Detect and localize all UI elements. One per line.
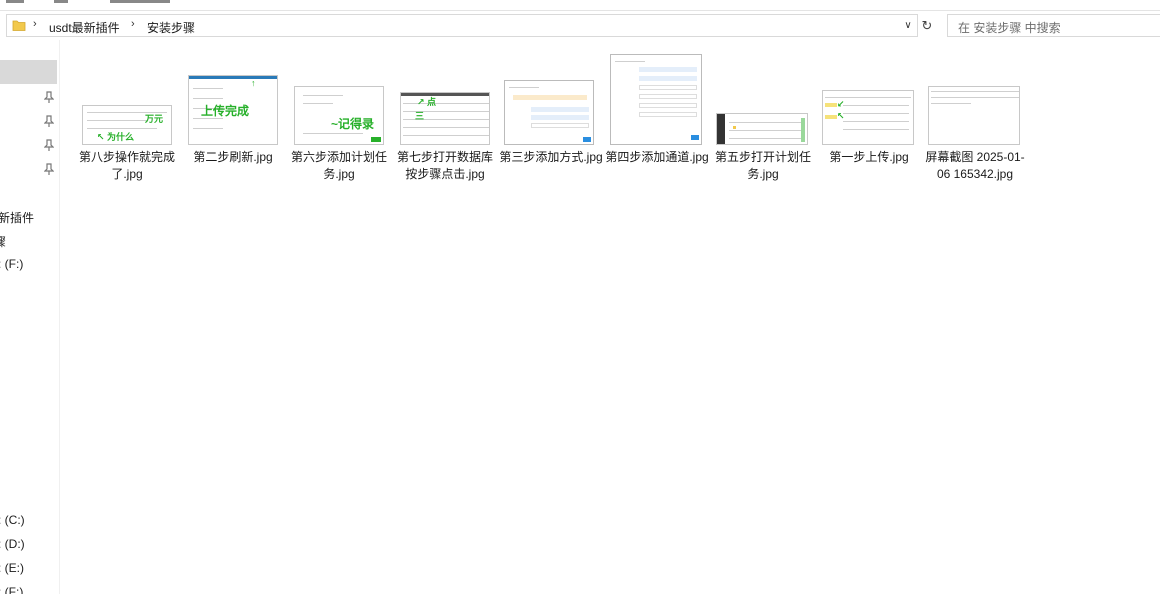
nav-item-drive[interactable]: : (D:): [0, 537, 25, 551]
nav-item-drive[interactable]: : (F:): [0, 585, 23, 594]
navigation-pane: 新插件 骤 : (F:) : (C:) : (D:) : (E:) : (F:): [0, 40, 60, 594]
ribbon-remnant: [0, 0, 1160, 11]
image-thumbnail: [928, 86, 1020, 145]
file-name: 第四步添加通道.jpg: [605, 150, 709, 164]
nav-item-label[interactable]: 新插件: [0, 209, 34, 226]
nav-item-drive[interactable]: : (C:): [0, 513, 25, 527]
image-thumbnail: [610, 54, 702, 145]
file-name: 第二步刷新.jpg: [193, 150, 273, 164]
nav-item-drive[interactable]: : (E:): [0, 561, 24, 575]
file-name: 第五步打开计划任务.jpg: [714, 150, 811, 181]
file-name: 第一步上传.jpg: [829, 150, 909, 164]
nav-item-drive[interactable]: : (F:): [0, 257, 23, 271]
file-name: 屏幕截图 2025-01-06 165342.jpg: [925, 150, 1025, 181]
search-input[interactable]: 在 安装步骤 中搜索: [947, 14, 1160, 37]
chevron-down-icon[interactable]: ∨: [901, 17, 915, 35]
refresh-icon: ↻: [921, 18, 933, 33]
pin-icon[interactable]: [44, 91, 54, 103]
file-name: 第七步打开数据库按步骤点击.jpg: [396, 150, 493, 181]
nav-item-label[interactable]: 骤: [0, 233, 6, 250]
image-thumbnail: [504, 80, 594, 145]
image-thumbnail: 上传完成 ↑: [188, 75, 278, 145]
image-thumbnail: ↖ 为什么 万元: [82, 105, 172, 145]
refresh-button[interactable]: ↻: [918, 14, 936, 37]
breadcrumb-item[interactable]: 安装步骤: [147, 19, 195, 36]
chevron-right-icon[interactable]: ›: [131, 18, 135, 30]
address-bar[interactable]: › usdt最新插件 › 安装步骤 ∨: [6, 14, 918, 37]
image-thumbnail: ↗ 点三: [400, 92, 490, 145]
image-thumbnail: ↙ ↖: [822, 90, 914, 145]
file-name: 第八步操作就完成了.jpg: [78, 150, 175, 181]
breadcrumb-item[interactable]: usdt最新插件: [49, 19, 120, 36]
chevron-right-icon[interactable]: ›: [33, 18, 37, 30]
image-thumbnail: [716, 113, 808, 145]
pin-icon[interactable]: [44, 139, 54, 151]
search-placeholder: 在 安装步骤 中搜索: [958, 21, 1061, 35]
folder-icon: [12, 20, 26, 31]
address-row: › usdt最新插件 › 安装步骤 ∨ ↻ 在 安装步骤 中搜索: [0, 12, 1160, 40]
pin-icon[interactable]: [44, 163, 54, 175]
pin-icon[interactable]: [44, 115, 54, 127]
file-name: 第六步添加计划任务.jpg: [290, 150, 387, 181]
nav-item-selected[interactable]: [0, 60, 57, 84]
image-thumbnail: ~记得录: [294, 86, 384, 145]
file-name: 第三步添加方式.jpg: [499, 150, 603, 164]
